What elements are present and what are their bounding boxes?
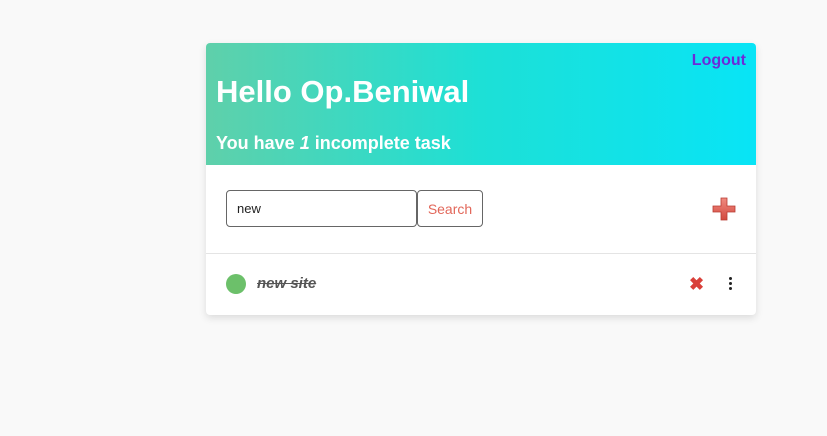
greeting-title: Hello Op.Beniwal (216, 74, 470, 109)
header-banner: Logout Hello Op.Beniwal You have 1 incom… (206, 43, 756, 165)
more-vertical-icon[interactable] (724, 275, 736, 293)
task-status-dot[interactable] (226, 274, 246, 294)
search-toolbar: Search (206, 165, 756, 254)
task-row: new site ✖ (206, 254, 756, 314)
incomplete-summary: You have 1 incomplete task (216, 133, 451, 154)
search-input[interactable] (226, 190, 417, 227)
summary-suffix: incomplete task (309, 133, 451, 153)
close-icon[interactable]: ✖ (689, 274, 704, 294)
summary-prefix: You have (216, 133, 300, 153)
search-button[interactable]: Search (417, 190, 483, 227)
plus-icon[interactable] (712, 197, 736, 221)
incomplete-count: 1 (299, 133, 310, 153)
todo-card: Logout Hello Op.Beniwal You have 1 incom… (206, 43, 756, 315)
logout-link[interactable]: Logout (692, 52, 746, 70)
task-title: new site (257, 275, 317, 292)
